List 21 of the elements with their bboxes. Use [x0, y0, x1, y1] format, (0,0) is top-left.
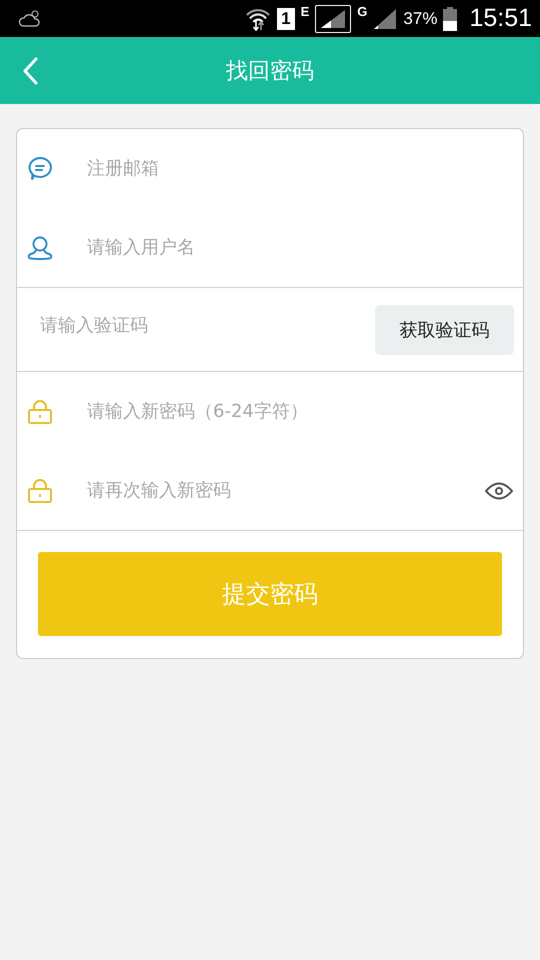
network-type: E — [300, 4, 310, 19]
battery-percent: 37% — [403, 8, 438, 28]
network-type: G — [357, 4, 368, 19]
clock: 15:51 — [469, 4, 532, 33]
signal-icon — [315, 4, 352, 32]
battery-icon — [443, 6, 458, 30]
eye-icon[interactable] — [485, 482, 513, 500]
input-field[interactable]: 注册邮箱 — [85, 157, 513, 180]
page-title: 找回密码 — [225, 58, 315, 86]
weather-icon — [18, 8, 42, 28]
input-field[interactable]: 请输入新密码（6-24字符） — [85, 400, 513, 423]
lock-icon — [27, 398, 53, 424]
input-field[interactable]: 请输入验证码 — [38, 314, 375, 337]
get-code-button[interactable]: 获取验证码 — [375, 304, 514, 354]
input-field[interactable]: 请再次输入新密码 — [85, 479, 453, 502]
input-field[interactable]: 请输入用户名 — [85, 236, 513, 259]
person-icon — [27, 234, 53, 260]
speech-bubble-icon — [27, 156, 53, 182]
lock-icon — [27, 478, 53, 504]
signal-icon — [373, 8, 398, 30]
sim-badge: 1 — [277, 8, 295, 30]
